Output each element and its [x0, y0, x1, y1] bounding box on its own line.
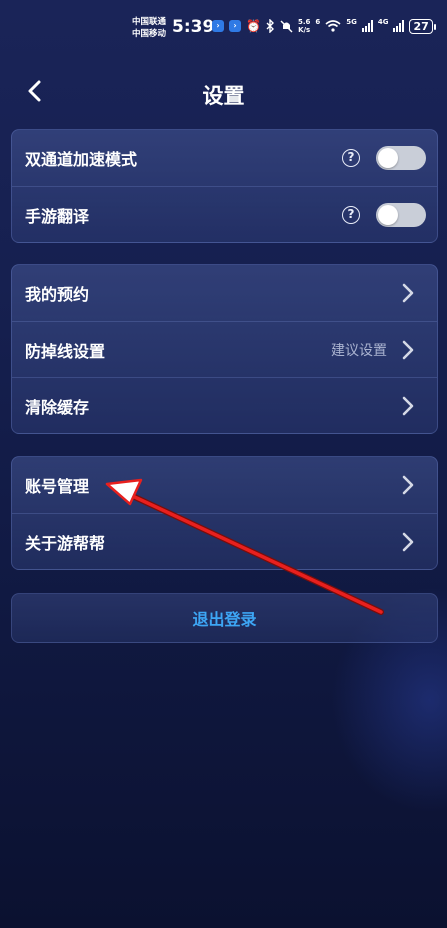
chevron-right-icon — [402, 475, 414, 495]
carrier-info: 中国联通 中国移动 — [132, 16, 166, 40]
help-icon[interactable]: ? — [342, 149, 360, 167]
toggle-knob — [378, 148, 398, 168]
row-game-translate: 手游翻译 ? — [12, 186, 437, 242]
signal-icon — [361, 20, 373, 32]
help-icon[interactable]: ? — [342, 205, 360, 224]
row-clear-cache[interactable]: 清除缓存 — [12, 377, 437, 433]
row-account-management[interactable]: 账号管理 — [12, 457, 437, 513]
network-type-2: 4G — [377, 18, 389, 26]
row-dual-channel: 双通道加速模式 ? — [12, 130, 437, 186]
wifi-icon — [325, 20, 341, 32]
bluetooth-icon — [266, 19, 274, 33]
network-speed: 5.6 K/s — [297, 18, 311, 34]
row-label: 清除缓存 — [25, 397, 90, 417]
carrier-1: 中国联通 — [132, 17, 167, 27]
row-anti-disconnect[interactable]: 防掉线设置 建议设置 — [12, 321, 437, 377]
toggle-knob — [378, 204, 398, 225]
logout-label: 退出登录 — [192, 610, 257, 629]
row-label: 账号管理 — [25, 477, 90, 496]
app-notification-icon: › — [212, 20, 224, 32]
page-title: 设置 — [202, 84, 245, 108]
mute-icon — [280, 20, 293, 32]
carrier-2: 中国移动 — [132, 29, 167, 39]
app-notification-icon: › — [229, 20, 241, 32]
status-time: 5:39 — [172, 17, 215, 37]
row-label: 手游翻译 — [25, 206, 90, 226]
row-label: 关于游帮帮 — [25, 533, 106, 553]
network-type-1: 5G — [346, 18, 357, 26]
row-my-reservation[interactable]: 我的预约 — [12, 265, 437, 321]
settings-group-toggles: 双通道加速模式 ? 手游翻译 ? — [11, 129, 438, 243]
chevron-right-icon — [402, 532, 414, 551]
status-bar: 中国联通 中国移动 5:39 › › ⏰ 5.6 K/s 6 5G 4G 27 — [0, 14, 447, 44]
chevron-right-icon — [402, 283, 414, 303]
game-translate-toggle[interactable] — [376, 202, 426, 227]
row-label: 防掉线设置 — [25, 341, 106, 361]
status-icons: › › ⏰ 5.6 K/s 6 5G 4G 27 — [212, 18, 437, 34]
chevron-right-icon — [402, 396, 414, 415]
alarm-icon: ⏰ — [246, 19, 261, 33]
row-about[interactable]: 关于游帮帮 — [12, 513, 437, 569]
wifi-label: 6 — [315, 18, 321, 26]
settings-group-account: 账号管理 关于游帮帮 — [11, 456, 438, 570]
chevron-right-icon — [402, 340, 414, 359]
row-label: 双通道加速模式 — [25, 150, 138, 169]
logout-button[interactable]: 退出登录 — [11, 593, 438, 643]
row-label: 我的预约 — [25, 285, 90, 304]
signal-icon — [393, 20, 405, 32]
battery-indicator: 27 — [409, 18, 437, 34]
dual-channel-toggle[interactable] — [376, 146, 426, 170]
row-hint: 建议设置 — [331, 342, 387, 359]
settings-group-general: 我的预约 防掉线设置 建议设置 清除缓存 — [11, 264, 438, 434]
